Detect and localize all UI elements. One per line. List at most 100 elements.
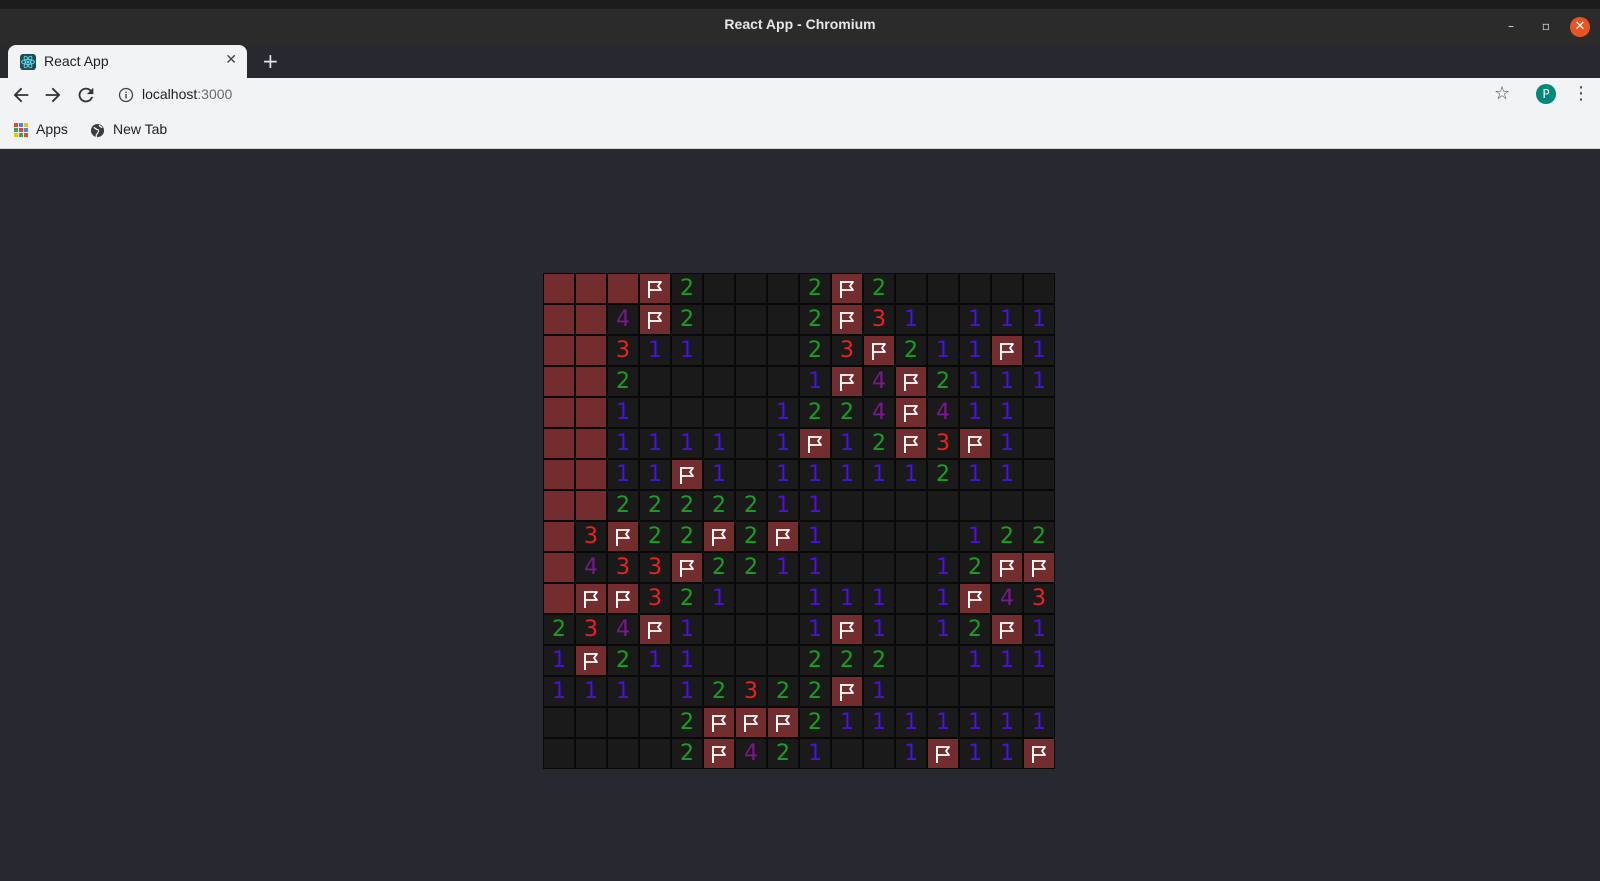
empty-cell[interactable] (703, 304, 735, 335)
empty-cell[interactable] (1023, 428, 1055, 459)
number-cell[interactable]: 3 (639, 552, 671, 583)
number-cell[interactable]: 1 (799, 614, 831, 645)
empty-cell[interactable] (767, 645, 799, 676)
number-cell[interactable]: 3 (575, 521, 607, 552)
number-cell[interactable]: 2 (799, 676, 831, 707)
number-cell[interactable]: 3 (831, 335, 863, 366)
number-cell[interactable]: 1 (799, 490, 831, 521)
empty-cell[interactable] (735, 304, 767, 335)
flagged-cell[interactable] (1023, 552, 1055, 583)
number-cell[interactable]: 1 (543, 676, 575, 707)
number-cell[interactable]: 2 (543, 614, 575, 645)
empty-cell[interactable] (959, 273, 991, 304)
number-cell[interactable]: 1 (575, 676, 607, 707)
profile-avatar[interactable]: P (1536, 84, 1556, 104)
flagged-cell[interactable] (575, 583, 607, 614)
number-cell[interactable]: 1 (799, 521, 831, 552)
empty-cell[interactable] (607, 738, 639, 769)
number-cell[interactable]: 1 (927, 552, 959, 583)
empty-cell[interactable] (1023, 459, 1055, 490)
empty-cell[interactable] (703, 366, 735, 397)
empty-cell[interactable] (863, 521, 895, 552)
number-cell[interactable]: 1 (799, 459, 831, 490)
empty-cell[interactable] (1023, 676, 1055, 707)
number-cell[interactable]: 1 (927, 614, 959, 645)
number-cell[interactable]: 1 (799, 552, 831, 583)
number-cell[interactable]: 2 (927, 366, 959, 397)
empty-cell[interactable] (607, 707, 639, 738)
flagged-cell[interactable] (767, 521, 799, 552)
number-cell[interactable]: 1 (895, 459, 927, 490)
empty-cell[interactable] (895, 521, 927, 552)
empty-cell[interactable] (639, 707, 671, 738)
number-cell[interactable]: 1 (991, 738, 1023, 769)
empty-cell[interactable] (895, 552, 927, 583)
empty-cell[interactable] (1023, 397, 1055, 428)
number-cell[interactable]: 2 (831, 397, 863, 428)
number-cell[interactable]: 1 (639, 459, 671, 490)
browser-menu-icon[interactable]: ⋮ (1572, 83, 1590, 104)
number-cell[interactable]: 1 (703, 583, 735, 614)
number-cell[interactable]: 1 (1023, 645, 1055, 676)
number-cell[interactable]: 1 (959, 304, 991, 335)
empty-cell[interactable] (863, 552, 895, 583)
maximize-icon[interactable]: ▫ (1537, 17, 1555, 35)
empty-cell[interactable] (575, 707, 607, 738)
flagged-cell[interactable] (735, 707, 767, 738)
number-cell[interactable]: 1 (831, 583, 863, 614)
empty-cell[interactable] (895, 273, 927, 304)
empty-cell[interactable] (959, 676, 991, 707)
empty-cell[interactable] (735, 397, 767, 428)
empty-cell[interactable] (639, 366, 671, 397)
forward-arrow-icon[interactable] (42, 84, 64, 106)
covered-cell[interactable] (575, 428, 607, 459)
number-cell[interactable]: 2 (671, 738, 703, 769)
number-cell[interactable]: 1 (1023, 366, 1055, 397)
flagged-cell[interactable] (575, 645, 607, 676)
empty-cell[interactable] (863, 738, 895, 769)
bookmark-new-tab[interactable]: New Tab (90, 121, 167, 138)
flagged-cell[interactable] (703, 521, 735, 552)
number-cell[interactable]: 1 (703, 459, 735, 490)
covered-cell[interactable] (543, 273, 575, 304)
empty-cell[interactable] (1023, 490, 1055, 521)
number-cell[interactable]: 2 (863, 428, 895, 459)
number-cell[interactable]: 1 (671, 335, 703, 366)
number-cell[interactable]: 1 (671, 676, 703, 707)
empty-cell[interactable] (735, 366, 767, 397)
number-cell[interactable]: 2 (831, 645, 863, 676)
empty-cell[interactable] (831, 490, 863, 521)
bookmark-star-icon[interactable]: ☆ (1494, 83, 1510, 104)
flagged-cell[interactable] (799, 428, 831, 459)
number-cell[interactable]: 2 (863, 645, 895, 676)
covered-cell[interactable] (543, 428, 575, 459)
flagged-cell[interactable] (703, 738, 735, 769)
number-cell[interactable]: 1 (671, 614, 703, 645)
flagged-cell[interactable] (831, 676, 863, 707)
number-cell[interactable]: 1 (799, 738, 831, 769)
close-window-icon[interactable]: ✕ (1570, 17, 1590, 37)
number-cell[interactable]: 1 (607, 676, 639, 707)
number-cell[interactable]: 1 (831, 428, 863, 459)
number-cell[interactable]: 2 (863, 273, 895, 304)
number-cell[interactable]: 1 (639, 335, 671, 366)
empty-cell[interactable] (959, 490, 991, 521)
number-cell[interactable]: 3 (639, 583, 671, 614)
empty-cell[interactable] (703, 273, 735, 304)
empty-cell[interactable] (895, 676, 927, 707)
number-cell[interactable]: 3 (1023, 583, 1055, 614)
number-cell[interactable]: 1 (959, 366, 991, 397)
empty-cell[interactable] (927, 304, 959, 335)
flagged-cell[interactable] (767, 707, 799, 738)
flagged-cell[interactable] (959, 583, 991, 614)
site-info-icon[interactable] (118, 87, 134, 103)
empty-cell[interactable] (703, 335, 735, 366)
number-cell[interactable]: 1 (927, 583, 959, 614)
empty-cell[interactable] (767, 273, 799, 304)
number-cell[interactable]: 1 (895, 707, 927, 738)
number-cell[interactable]: 1 (1023, 335, 1055, 366)
empty-cell[interactable] (927, 645, 959, 676)
number-cell[interactable]: 4 (607, 304, 639, 335)
flagged-cell[interactable] (895, 366, 927, 397)
number-cell[interactable]: 1 (543, 645, 575, 676)
